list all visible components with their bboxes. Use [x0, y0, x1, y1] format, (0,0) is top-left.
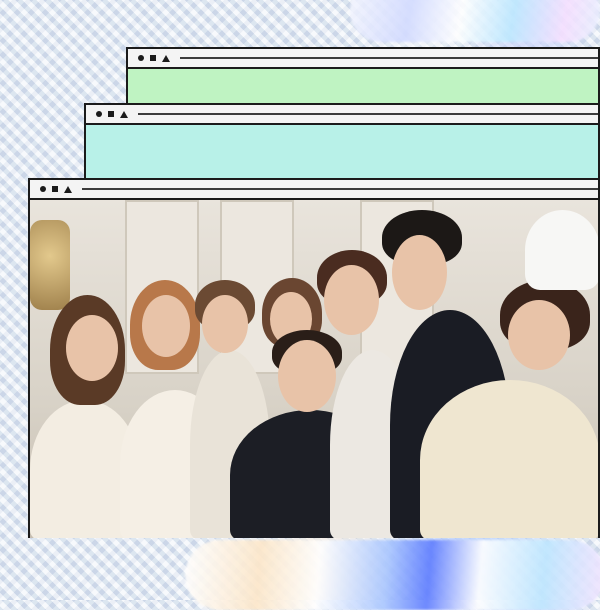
address-bar [138, 113, 598, 115]
circle-icon[interactable] [40, 186, 46, 192]
person-face [202, 295, 248, 353]
person-face [392, 235, 447, 310]
square-icon[interactable] [52, 186, 58, 192]
person-face [324, 265, 379, 335]
triangle-icon[interactable] [64, 185, 72, 193]
square-icon[interactable] [108, 111, 114, 117]
person-embroidered-gown [420, 380, 598, 538]
person-face [142, 295, 190, 357]
window-controls [96, 110, 128, 118]
photo-pane [30, 200, 598, 538]
address-bar [82, 188, 598, 190]
square-icon[interactable] [150, 55, 156, 61]
feather-headpiece [525, 210, 598, 290]
wall-sconce [30, 220, 70, 310]
person-face [508, 300, 570, 370]
window-controls [40, 185, 72, 193]
browser-window-back [126, 47, 600, 109]
window-titlebar [86, 105, 598, 125]
person-face [66, 315, 118, 381]
triangle-icon[interactable] [120, 110, 128, 118]
holographic-blob-top [350, 0, 600, 42]
window-titlebar [30, 180, 598, 200]
person-face [278, 340, 336, 412]
circle-icon[interactable] [96, 111, 102, 117]
window-controls [138, 54, 170, 62]
group-photo [30, 200, 598, 538]
circle-icon[interactable] [138, 55, 144, 61]
browser-window-front [28, 178, 600, 538]
browser-window-middle [84, 103, 600, 187]
address-bar [180, 57, 598, 59]
triangle-icon[interactable] [162, 54, 170, 62]
window-titlebar [128, 49, 598, 69]
